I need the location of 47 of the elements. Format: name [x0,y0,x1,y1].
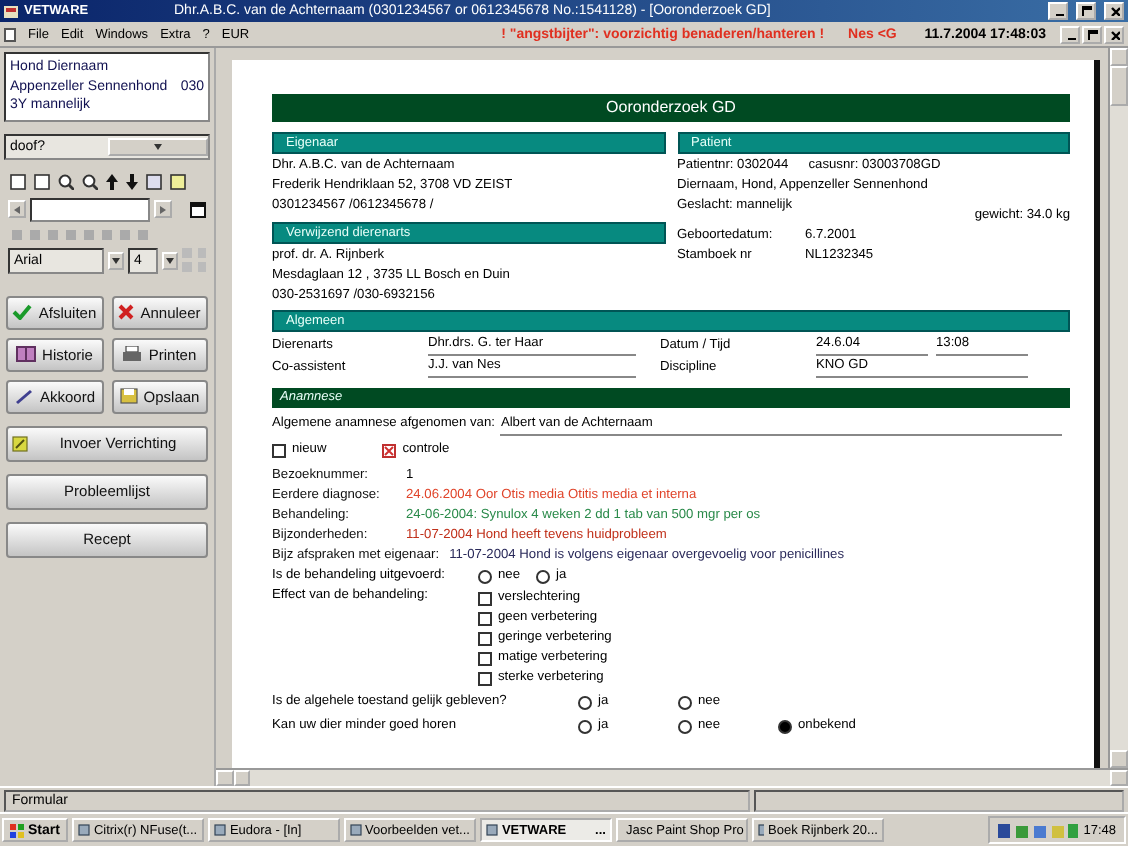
window-icon [757,824,765,836]
window-icon [349,824,362,836]
up-arrow-icon[interactable] [106,173,118,189]
next-button[interactable] [154,200,172,218]
close-icon [1109,6,1119,16]
dropdown-button[interactable] [107,251,125,269]
vertical-scrollbar[interactable] [1108,48,1128,768]
zoom-in-icon[interactable] [58,173,74,189]
four-squares-icon [10,823,24,837]
page-field[interactable] [30,197,150,221]
down-arrow-icon[interactable] [126,173,138,189]
right-triangle-icon [160,205,166,213]
left-triangle-icon [14,205,20,213]
window-icon [485,824,498,836]
format-icons-drawing [12,229,152,241]
window-icon [213,824,226,836]
page-icon[interactable] [146,173,162,189]
maximize-button[interactable] [1076,2,1096,20]
close-button[interactable] [1104,25,1124,43]
document-icon [4,27,16,41]
caret-icon [165,257,174,263]
align-icons-drawing [181,248,206,272]
minimize-button[interactable] [1048,2,1068,20]
caret-icon [111,257,120,263]
tray-icons-drawing [997,823,1078,837]
note-icon [12,435,28,451]
horizontal-scrollbar[interactable] [216,768,1128,786]
maximize-icon [1087,29,1097,39]
window-icon[interactable] [190,201,206,217]
cross-icon [118,304,135,320]
maximize-icon [1081,6,1091,16]
close-icon [1109,29,1119,39]
form-title: Ooronderzoek GD [272,94,1070,122]
restore-button[interactable] [1082,25,1102,43]
minimize-button[interactable] [1060,25,1080,43]
caret-icon [153,143,162,149]
cross-mark-icon [384,445,395,455]
zoom-out-icon[interactable] [82,173,98,189]
window-icon [77,824,90,836]
pen-icon [13,388,34,404]
book-icon [16,346,37,362]
printer-icon [122,346,143,362]
dropdown-button[interactable] [161,251,178,269]
previous-button[interactable] [8,200,26,218]
app-icon [4,5,18,17]
checkmark-icon [12,304,33,320]
close-button[interactable] [1104,2,1124,20]
